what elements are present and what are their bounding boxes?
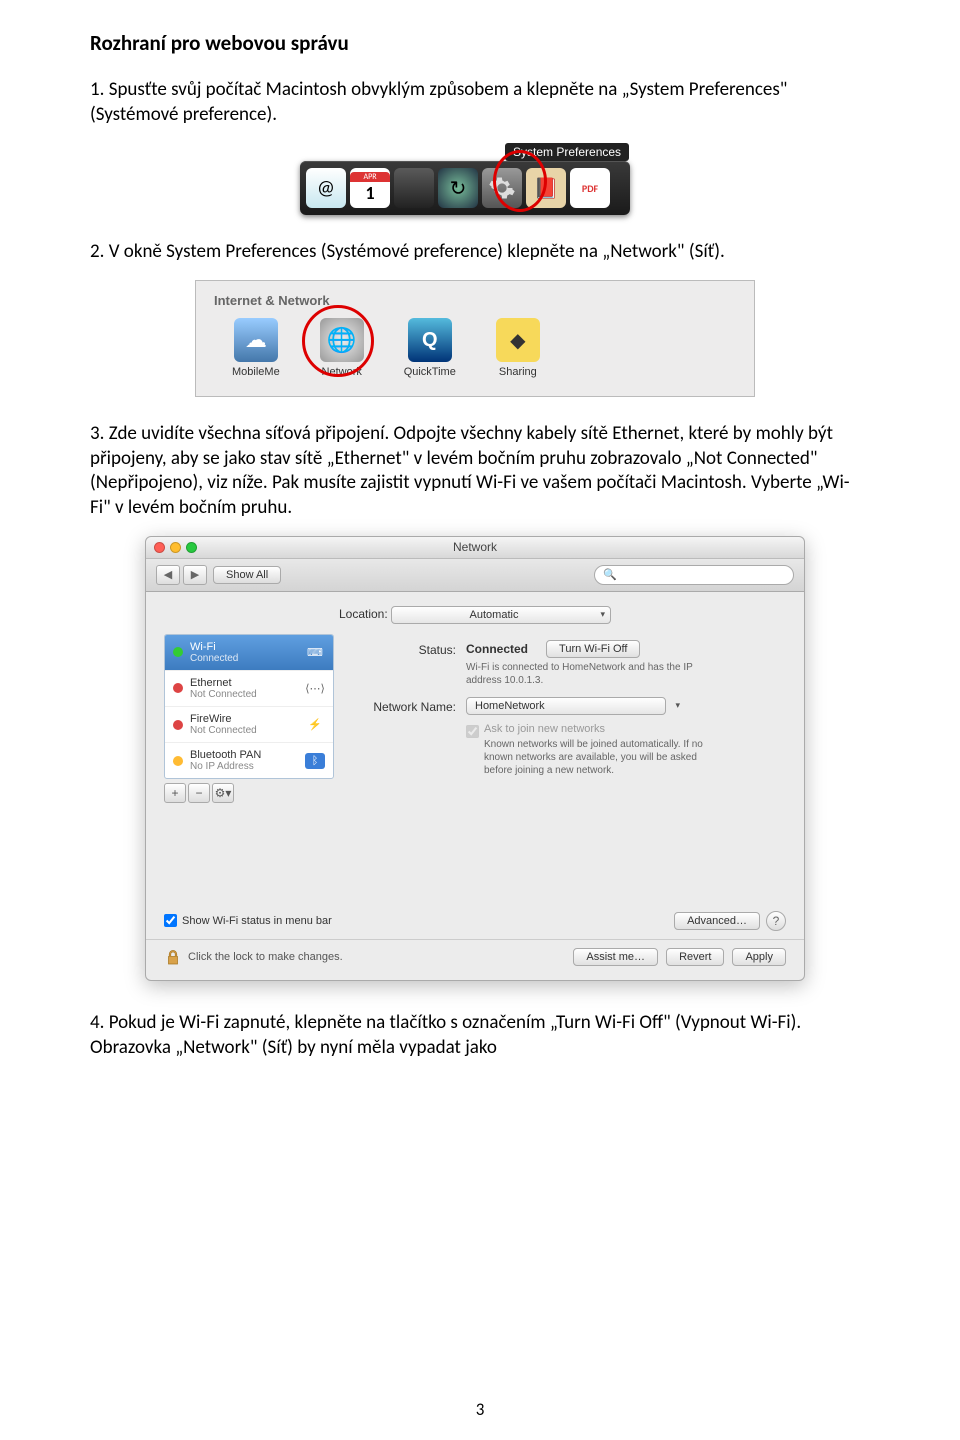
ethernet-icon: ⟨⋯⟩ [305, 680, 325, 696]
zoom-button[interactable] [186, 542, 197, 553]
status-dot-red [173, 720, 183, 730]
mission-control-icon[interactable] [394, 168, 434, 208]
lock-text: Click the lock to make changes. [188, 951, 565, 963]
calendar-icon[interactable]: APR 1 [350, 168, 390, 208]
quicktime-icon: Q [408, 318, 452, 362]
location-label: Location: [339, 607, 388, 621]
forward-button[interactable]: ▶ [183, 565, 207, 585]
assist-button[interactable]: Assist me… [573, 948, 658, 966]
page-title: Rozhraní pro webovou správu [90, 30, 870, 56]
sidebar-item-ethernet[interactable]: EthernetNot Connected ⟨⋯⟩ [165, 671, 333, 707]
quicktime-item[interactable]: Q QuickTime [404, 318, 456, 378]
mobileme-item[interactable]: ☁ MobileMe [232, 318, 280, 378]
dock-screenshot: System Preferences @ APR 1 ↻ 📕 PDF [300, 142, 630, 215]
calendar-month: APR [350, 172, 390, 182]
firewire-icon: ⚡ [305, 717, 325, 733]
show-menu-label: Show Wi-Fi status in menu bar [182, 915, 332, 927]
wifi-status: Connected [190, 653, 298, 664]
gear-icon [488, 174, 516, 202]
search-icon: 🔍 [603, 568, 617, 581]
bluetooth-icon: ᛒ [305, 753, 325, 769]
firewire-name: FireWire [190, 713, 298, 725]
minimize-button[interactable] [170, 542, 181, 553]
show-all-button[interactable]: Show All [213, 566, 281, 584]
wifi-icon: ⌨ [305, 644, 325, 660]
addressbook-icon[interactable]: 📕 [526, 168, 566, 208]
status-dot-amber [173, 756, 183, 766]
mail-icon[interactable]: @ [306, 168, 346, 208]
ask-join-description: Known networks will be joined automatica… [484, 738, 724, 777]
turn-wifi-off-button[interactable]: Turn Wi-Fi Off [546, 640, 640, 658]
revert-button[interactable]: Revert [666, 948, 724, 966]
location-row: Location: Automatic [146, 592, 804, 634]
system-preferences-icon[interactable] [482, 168, 522, 208]
bluetooth-status: No IP Address [190, 761, 298, 772]
sidebar-item-firewire[interactable]: FireWireNot Connected ⚡ [165, 707, 333, 743]
cloud-icon: ☁ [234, 318, 278, 362]
wifi-name: Wi-Fi [190, 641, 298, 653]
status-value: Connected [466, 642, 528, 656]
ask-join-label: Ask to join new networks [484, 723, 724, 735]
globe-icon: 🌐 [320, 318, 364, 362]
advanced-button[interactable]: Advanced… [674, 912, 760, 930]
ask-join-checkbox[interactable] [466, 725, 479, 738]
quicktime-label: QuickTime [404, 366, 456, 378]
back-button[interactable]: ◀ [156, 565, 180, 585]
sharing-item[interactable]: ◆ Sharing [496, 318, 540, 378]
sharing-icon: ◆ [496, 318, 540, 362]
location-popup[interactable]: Automatic [391, 606, 611, 624]
section-label: Internet & Network [214, 293, 736, 308]
add-button[interactable]: + [164, 783, 186, 803]
network-name-popup[interactable]: HomeNetwork [466, 697, 666, 715]
status-dot-green [173, 647, 183, 657]
interface-list: Wi-FiConnected ⌨ EthernetNot Connected ⟨… [164, 634, 334, 779]
help-button[interactable]: ? [766, 911, 786, 931]
bluetooth-name: Bluetooth PAN [190, 749, 298, 761]
pdf-icon[interactable]: PDF [570, 168, 610, 208]
toolbar: ◀ ▶ Show All 🔍 [146, 559, 804, 592]
network-label: Network [320, 366, 364, 378]
firewire-status: Not Connected [190, 725, 298, 736]
sidebar-item-wifi[interactable]: Wi-FiConnected ⌨ [165, 635, 333, 671]
traffic-lights [154, 542, 197, 553]
step-4-text: 4. Pokud je Wi-Fi zapnuté, klepněte na t… [90, 1011, 870, 1060]
sidebar-item-bluetooth[interactable]: Bluetooth PANNo IP Address ᛒ [165, 743, 333, 778]
search-input[interactable]: 🔍 [594, 565, 794, 585]
close-button[interactable] [154, 542, 165, 553]
network-item[interactable]: 🌐 Network [320, 318, 364, 378]
status-description: Wi-Fi is connected to HomeNetwork and ha… [466, 661, 726, 687]
calendar-day: 1 [365, 182, 374, 204]
ethernet-status: Not Connected [190, 689, 298, 700]
lock-icon[interactable] [164, 949, 180, 965]
ethernet-name: Ethernet [190, 677, 298, 689]
step-3-text: 3. Zde uvidíte všechna síťová připojení.… [90, 422, 870, 521]
step-1-text: 1. Spusťte svůj počítač Macintosh obvykl… [90, 78, 870, 127]
show-menu-checkbox[interactable] [164, 914, 177, 927]
system-preferences-tooltip: System Preferences [505, 143, 629, 161]
internet-network-screenshot: Internet & Network ☁ MobileMe 🌐 Network … [195, 280, 755, 397]
mobileme-label: MobileMe [232, 366, 280, 378]
step-2-text: 2. V okně System Preferences (Systémové … [90, 240, 870, 265]
dock: @ APR 1 ↻ 📕 PDF [300, 161, 630, 215]
remove-button[interactable]: − [188, 783, 210, 803]
window-title: Network [453, 540, 497, 554]
sharing-label: Sharing [496, 366, 540, 378]
window-titlebar: Network [146, 537, 804, 559]
status-dot-red [173, 683, 183, 693]
action-menu-button[interactable]: ⚙▾ [212, 783, 234, 803]
page-number: 3 [0, 1399, 960, 1420]
apply-button[interactable]: Apply [732, 948, 786, 966]
network-window: Network ◀ ▶ Show All 🔍 Location: Automat… [145, 536, 805, 981]
timemachine-icon[interactable]: ↻ [438, 168, 478, 208]
status-label: Status: [346, 640, 466, 657]
network-name-label: Network Name: [346, 697, 466, 714]
